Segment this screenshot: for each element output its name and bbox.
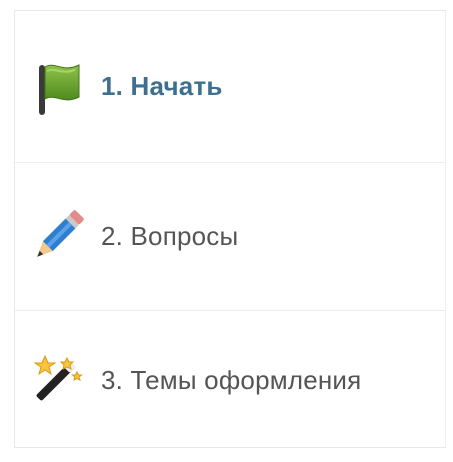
step-questions-label: 2. Вопросы [101,221,239,251]
step-themes[interactable]: 3. Темы оформления [15,311,446,449]
pencil-icon [27,207,87,267]
step-themes-label: 3. Темы оформления [101,364,362,395]
step-start[interactable]: 1. Начать [15,11,446,163]
step-start-label: 1. Начать [101,71,223,101]
step-questions[interactable]: 2. Вопросы [15,163,446,311]
green-flag-icon [27,57,87,117]
magic-wand-icon [27,350,87,410]
wizard-steps-panel: 1. Начать 2. Вопросы 3. Темы оформления [14,10,446,448]
